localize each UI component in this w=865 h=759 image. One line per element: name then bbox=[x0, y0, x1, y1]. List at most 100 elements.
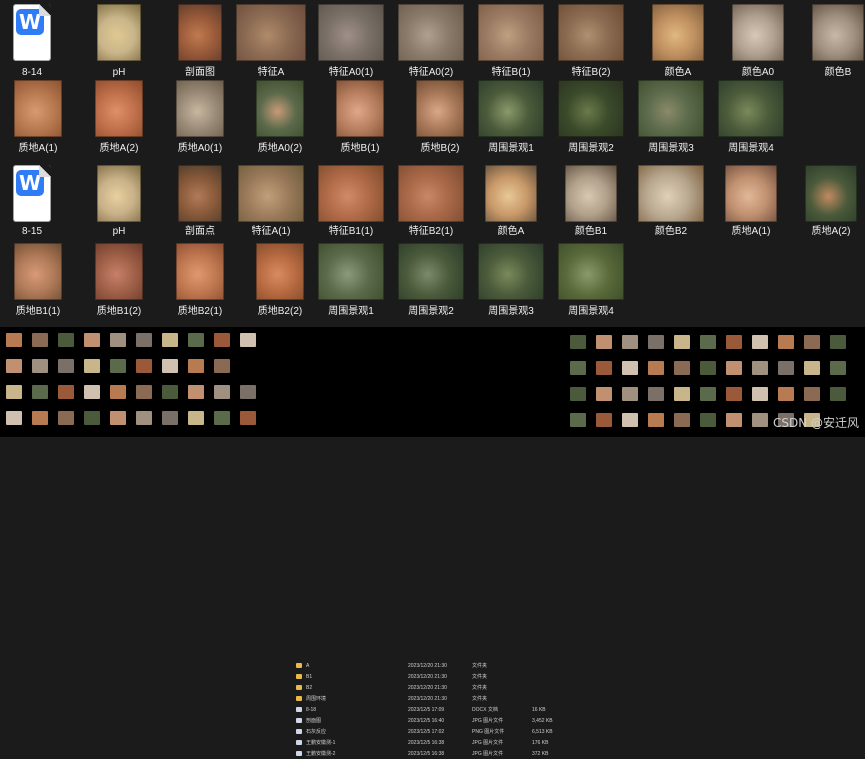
image-thumbnail[interactable] bbox=[236, 4, 306, 61]
file-list-row[interactable]: 8-18 2023/12/5 17:09 DOCX 文档 16 KB bbox=[296, 705, 556, 715]
image-thumbnail[interactable] bbox=[176, 243, 224, 300]
image-thumbnail[interactable] bbox=[478, 4, 544, 61]
file-tile[interactable]: 质地A0(2) bbox=[240, 80, 320, 160]
file-list-row[interactable]: 王鹏安徽测-1 2023/12/5 16:38 JPG 图片文件 176 KB bbox=[296, 738, 556, 748]
file-list-row[interactable]: B1 2023/12/20 21:30 文件夹 bbox=[296, 672, 556, 682]
image-thumbnail[interactable] bbox=[336, 80, 384, 137]
file-tile[interactable]: 周围景观3 bbox=[471, 243, 551, 323]
image-thumbnail[interactable] bbox=[318, 165, 384, 222]
file-type: 文件夹 bbox=[472, 685, 488, 691]
file-tile[interactable]: 特征A bbox=[231, 4, 311, 84]
file-tile[interactable]: 质地B(1) bbox=[320, 80, 400, 160]
image-thumbnail[interactable] bbox=[95, 243, 143, 300]
file-tile[interactable]: 颜色B2 bbox=[631, 165, 711, 245]
file-tile[interactable]: 特征A0(1) bbox=[311, 4, 391, 84]
file-tile[interactable]: 特征B(1) bbox=[471, 4, 551, 84]
file-list-row[interactable]: 剖面图 2023/12/5 16:40 JPG 图片文件 3,452 KB bbox=[296, 716, 556, 726]
image-thumbnail[interactable] bbox=[478, 243, 544, 300]
image-thumbnail[interactable] bbox=[178, 4, 222, 61]
file-name-label: 质地B2(1) bbox=[177, 306, 223, 317]
file-tile[interactable]: 特征A(1) bbox=[231, 165, 311, 245]
file-tile[interactable]: 周围景观1 bbox=[311, 243, 391, 323]
image-thumbnail[interactable] bbox=[478, 80, 544, 137]
file-tile[interactable]: 周围景观2 bbox=[551, 80, 631, 160]
file-tile[interactable]: 质地A(1) bbox=[711, 165, 791, 245]
file-tile[interactable]: 周围景观2 bbox=[391, 243, 471, 323]
image-thumbnail[interactable] bbox=[14, 80, 62, 137]
file-tile[interactable]: pH bbox=[79, 165, 159, 245]
file-tile[interactable]: 颜色A bbox=[638, 4, 718, 84]
file-tile[interactable]: 颜色A0 bbox=[718, 4, 798, 84]
file-tile[interactable]: 质地B2(2) bbox=[240, 243, 320, 323]
image-thumbnail[interactable] bbox=[812, 4, 864, 61]
file-tile[interactable]: 质地A(2) bbox=[79, 80, 159, 160]
file-tile[interactable]: 颜色B bbox=[798, 4, 865, 84]
image-thumbnail[interactable] bbox=[565, 165, 617, 222]
file-tile[interactable]: 质地B1(1) bbox=[0, 243, 78, 323]
file-tile[interactable]: 质地B1(2) bbox=[79, 243, 159, 323]
file-tile[interactable]: 特征A0(2) bbox=[391, 4, 471, 84]
file-icon bbox=[296, 729, 302, 734]
image-thumbnail[interactable] bbox=[638, 165, 704, 222]
image-thumbnail[interactable] bbox=[398, 243, 464, 300]
wps-document-icon[interactable]: W bbox=[13, 165, 51, 222]
wps-document-icon[interactable]: W bbox=[13, 4, 51, 61]
file-tile[interactable]: 质地B(2) bbox=[400, 80, 480, 160]
image-thumbnail[interactable] bbox=[805, 165, 857, 222]
image-thumbnail[interactable] bbox=[485, 165, 537, 222]
image-thumbnail[interactable] bbox=[97, 165, 141, 222]
file-list-row[interactable]: A 2023/12/20 21:30 文件夹 bbox=[296, 661, 556, 671]
file-tile[interactable]: pH bbox=[79, 4, 159, 84]
file-tile[interactable]: 质地B2(1) bbox=[160, 243, 240, 323]
image-thumbnail[interactable] bbox=[416, 80, 464, 137]
image-thumbnail[interactable] bbox=[638, 80, 704, 137]
file-tile[interactable]: 质地A(1) bbox=[0, 80, 78, 160]
file-tile[interactable]: 剖面点 bbox=[160, 165, 240, 245]
file-tile[interactable]: 周围景观4 bbox=[711, 80, 791, 160]
image-thumbnail[interactable] bbox=[238, 165, 304, 222]
image-thumbnail[interactable] bbox=[558, 4, 624, 61]
file-tile[interactable]: 质地A0(1) bbox=[160, 80, 240, 160]
image-thumbnail[interactable] bbox=[732, 4, 784, 61]
file-tile[interactable]: 特征B(2) bbox=[551, 4, 631, 84]
file-tile[interactable]: 周围景观4 bbox=[551, 243, 631, 323]
image-thumbnail[interactable] bbox=[97, 4, 141, 61]
image-thumbnail[interactable] bbox=[318, 243, 384, 300]
image-thumbnail[interactable] bbox=[14, 243, 62, 300]
file-tile[interactable]: 周围景观3 bbox=[631, 80, 711, 160]
image-thumbnail[interactable] bbox=[725, 165, 777, 222]
mini-thumbnail bbox=[726, 335, 742, 349]
file-list-row[interactable]: 石灰反应 2023/12/5 17:02 PNG 图片文件 6,513 KB bbox=[296, 727, 556, 737]
image-thumbnail[interactable] bbox=[398, 4, 464, 61]
image-thumbnail[interactable] bbox=[652, 4, 704, 61]
image-thumbnail[interactable] bbox=[558, 243, 624, 300]
image-thumbnail[interactable] bbox=[256, 243, 304, 300]
file-date: 2023/12/5 16:40 bbox=[408, 718, 445, 724]
image-thumbnail[interactable] bbox=[558, 80, 624, 137]
file-type: DOCX 文档 bbox=[472, 707, 498, 713]
file-tile[interactable]: W 8-15 bbox=[0, 165, 72, 245]
file-list-row[interactable]: 周围环境 2023/12/20 21:30 文件夹 bbox=[296, 694, 556, 704]
image-thumbnail[interactable] bbox=[256, 80, 304, 137]
image-thumbnail[interactable] bbox=[178, 165, 222, 222]
file-tile[interactable]: 特征B1(1) bbox=[311, 165, 391, 245]
file-tile[interactable]: 剖面图 bbox=[160, 4, 240, 84]
image-thumbnail[interactable] bbox=[95, 80, 143, 137]
mini-thumbnail bbox=[240, 333, 256, 347]
image-thumbnail[interactable] bbox=[318, 4, 384, 61]
file-tile[interactable]: W 8-14 bbox=[0, 4, 72, 84]
image-thumbnail[interactable] bbox=[176, 80, 224, 137]
file-tile[interactable]: 颜色A bbox=[471, 165, 551, 245]
mini-thumbnail bbox=[58, 411, 74, 425]
file-tile[interactable]: 质地A(2) bbox=[791, 165, 865, 245]
image-thumbnail[interactable] bbox=[718, 80, 784, 137]
file-tile[interactable]: 颜色B1 bbox=[551, 165, 631, 245]
file-list-row[interactable]: B2 2023/12/20 21:30 文件夹 bbox=[296, 683, 556, 693]
file-tile[interactable]: 周围景观1 bbox=[471, 80, 551, 160]
mini-thumbnail bbox=[214, 385, 230, 399]
file-tile[interactable]: 特征B2(1) bbox=[391, 165, 471, 245]
file-list-row[interactable]: 王鹏安徽测-2 2023/12/5 16:38 JPG 图片文件 372 KB bbox=[296, 749, 556, 759]
image-thumbnail[interactable] bbox=[398, 165, 464, 222]
file-name-label: pH bbox=[112, 226, 126, 237]
file-name-label: 质地A(1) bbox=[731, 226, 771, 237]
